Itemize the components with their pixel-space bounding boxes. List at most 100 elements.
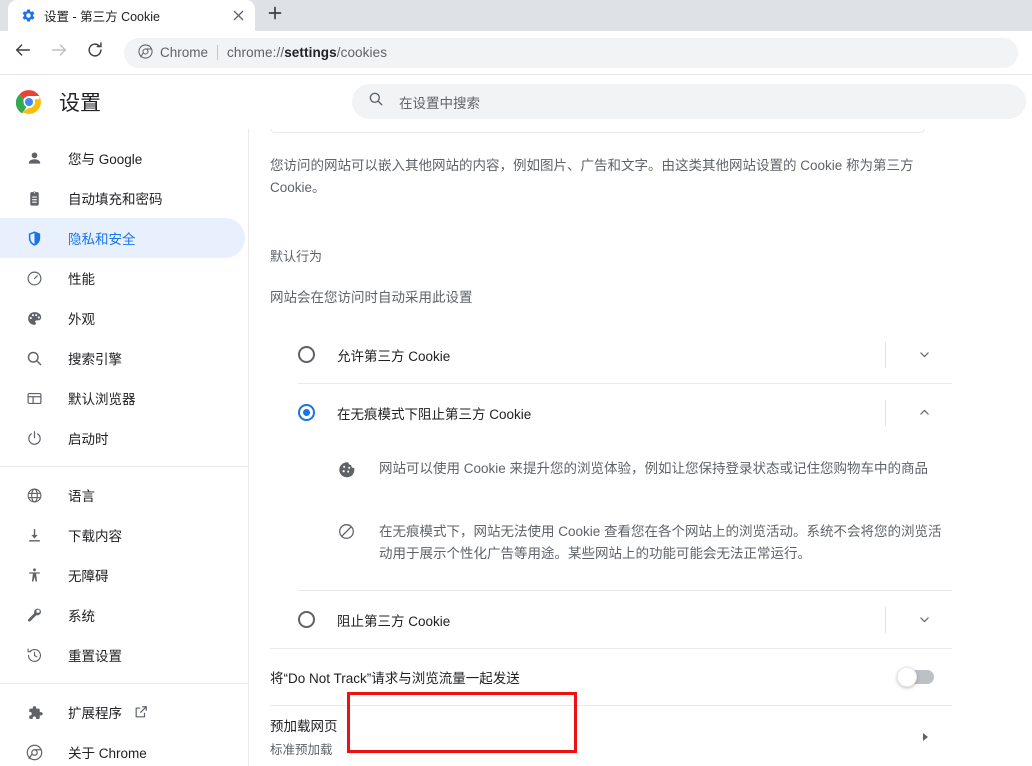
new-tab-button[interactable]	[261, 1, 289, 29]
sidebar-item-label: 扩展程序	[68, 706, 122, 721]
sidebar-item-you-and-google[interactable]: 您与 Google	[0, 138, 245, 178]
chrome-icon	[138, 43, 153, 62]
do-not-track-label: 将“Do Not Track”请求与浏览流量一起发送	[270, 671, 520, 686]
omnibox-chip: Chrome	[138, 43, 209, 62]
row-separator	[885, 400, 886, 426]
arrow-back-icon	[14, 41, 32, 64]
option-block-in-incognito[interactable]: 在无痕模式下阻止第三方 Cookie	[270, 384, 952, 441]
sidebar-item-label: 性能	[68, 272, 95, 287]
external-link-icon	[134, 705, 149, 720]
default-behavior-subtitle: 网站会在您访问时自动采用此设置	[270, 290, 473, 305]
toggle-knob	[897, 667, 917, 687]
history-restore-icon	[24, 645, 44, 665]
sidebar-item-on-startup[interactable]: 启动时	[0, 418, 245, 458]
preload-texts: 预加载网页 标准预加载	[270, 715, 952, 758]
sidebar-item-label: 重置设置	[68, 649, 122, 664]
scrolled-card-edge	[270, 129, 925, 133]
sidebar-divider	[0, 683, 248, 684]
row-separator	[885, 342, 886, 368]
preload-pages-row[interactable]: 预加载网页 标准预加载	[270, 706, 952, 766]
search-input[interactable]: 在设置中搜索	[352, 84, 1026, 119]
radio-button[interactable]	[298, 404, 315, 421]
sidebar-item-label: 关于 Chrome	[68, 746, 147, 761]
sidebar-item-label: 自动填充和密码	[68, 192, 163, 207]
do-not-track-toggle[interactable]	[897, 667, 934, 687]
sidebar-item-default-browser[interactable]: 默认浏览器	[0, 378, 245, 418]
default-behavior-heading: 默认行为	[270, 249, 323, 264]
sidebar-item-label: 语言	[68, 489, 95, 504]
chevron-down-icon[interactable]	[913, 344, 935, 366]
tab-strip: 设置 - 第三方 Cookie	[0, 0, 1032, 31]
sidebar-item-privacy-and-security[interactable]: 隐私和安全	[0, 218, 245, 258]
block-icon	[337, 522, 357, 542]
option-label: 在无痕模式下阻止第三方 Cookie	[337, 406, 532, 422]
sidebar-item-performance[interactable]: 性能	[0, 258, 245, 298]
wrench-icon	[24, 605, 44, 625]
radio-button[interactable]	[298, 346, 315, 363]
chevron-up-icon[interactable]	[913, 402, 935, 424]
radio-button[interactable]	[298, 611, 315, 628]
option-allow-third-party-cookies[interactable]: 允许第三方 Cookie	[270, 326, 952, 383]
sidebar-item-label: 启动时	[68, 432, 109, 447]
address-bar[interactable]: Chrome chrome://settings/cookies	[124, 37, 1018, 68]
settings-sidebar: 您与 Google 自动填充和密码 隐私和安全 性能 外观 搜索引擎 默认浏览器…	[0, 129, 249, 766]
sidebar-item-label: 系统	[68, 609, 95, 624]
detail-spacer	[270, 480, 952, 504]
tab-title: 设置 - 第三方 Cookie	[44, 10, 160, 24]
url-host: settings	[284, 45, 337, 60]
option-label: 允许第三方 Cookie	[337, 348, 451, 364]
omnibox-chip-label: Chrome	[160, 45, 209, 60]
sidebar-item-system[interactable]: 系统	[0, 595, 245, 635]
sidebar-item-label: 隐私和安全	[68, 232, 136, 247]
url-scheme: chrome://	[227, 45, 285, 60]
omnibox-divider	[217, 45, 219, 60]
do-not-track-row[interactable]: 将“Do Not Track”请求与浏览流量一起发送	[270, 649, 952, 705]
puzzle-icon	[24, 702, 44, 722]
chevron-down-icon[interactable]	[913, 609, 935, 631]
row-separator	[885, 607, 886, 633]
back-button[interactable]	[8, 38, 38, 68]
arrow-forward-icon	[50, 41, 68, 64]
option-detail-row: 网站可以使用 Cookie 来提升您的浏览体验，例如让您保持登录状态或记住您购物…	[270, 441, 952, 480]
sidebar-item-label: 无障碍	[68, 569, 109, 584]
reload-button[interactable]	[80, 38, 110, 68]
sidebar-item-reset-settings[interactable]: 重置设置	[0, 635, 245, 675]
chrome-logo-icon	[15, 89, 42, 115]
plus-icon	[268, 6, 282, 25]
download-icon	[24, 525, 44, 545]
close-icon[interactable]	[229, 7, 247, 25]
settings-body: 您与 Google 自动填充和密码 隐私和安全 性能 外观 搜索引擎 默认浏览器…	[0, 129, 1032, 766]
option-detail-text: 在无痕模式下，网站无法使用 Cookie 查看您在各个网站上的浏览活动。系统不会…	[379, 524, 942, 561]
page-title: 设置	[59, 92, 101, 115]
sidebar-item-label: 外观	[68, 312, 95, 327]
search-icon	[368, 91, 384, 112]
cookies-card: 您访问的网站可以嵌入其他网站的内容，例如图片、广告和文字。由这类其他网站设置的 …	[270, 135, 952, 766]
browser-toolbar: Chrome chrome://settings/cookies	[0, 31, 1032, 75]
shield-icon	[24, 228, 44, 248]
sidebar-item-extensions[interactable]: 扩展程序	[0, 692, 245, 732]
cookie-icon	[337, 459, 357, 479]
preload-subtitle: 标准预加载	[270, 743, 333, 757]
power-icon	[24, 428, 44, 448]
sidebar-item-autofill[interactable]: 自动填充和密码	[0, 178, 245, 218]
sidebar-item-accessibility[interactable]: 无障碍	[0, 555, 245, 595]
sidebar-item-appearance[interactable]: 外观	[0, 298, 245, 338]
option-detail-text: 网站可以使用 Cookie 来提升您的浏览体验，例如让您保持登录状态或记住您购物…	[379, 461, 929, 476]
sidebar-item-search-engine[interactable]: 搜索引擎	[0, 338, 245, 378]
person-icon	[24, 148, 44, 168]
accessibility-icon	[24, 565, 44, 585]
sidebar-item-downloads[interactable]: 下载内容	[0, 515, 245, 555]
forward-button[interactable]	[44, 38, 74, 68]
sidebar-item-languages[interactable]: 语言	[0, 475, 245, 515]
option-detail-row: 在无痕模式下，网站无法使用 Cookie 查看您在各个网站上的浏览活动。系统不会…	[270, 504, 952, 565]
reload-icon	[86, 41, 104, 64]
sidebar-item-about-chrome[interactable]: 关于 Chrome	[0, 732, 245, 766]
browser-tab[interactable]: 设置 - 第三方 Cookie	[8, 0, 255, 31]
sidebar-item-label: 您与 Google	[68, 152, 143, 167]
url-display: chrome://settings/cookies	[227, 45, 387, 60]
search-placeholder: 在设置中搜索	[399, 95, 480, 111]
option-block-third-party-cookies[interactable]: 阻止第三方 Cookie	[270, 591, 952, 648]
sidebar-item-label: 下载内容	[68, 529, 122, 544]
clipboard-icon	[24, 188, 44, 208]
detail-spacer	[270, 565, 952, 590]
